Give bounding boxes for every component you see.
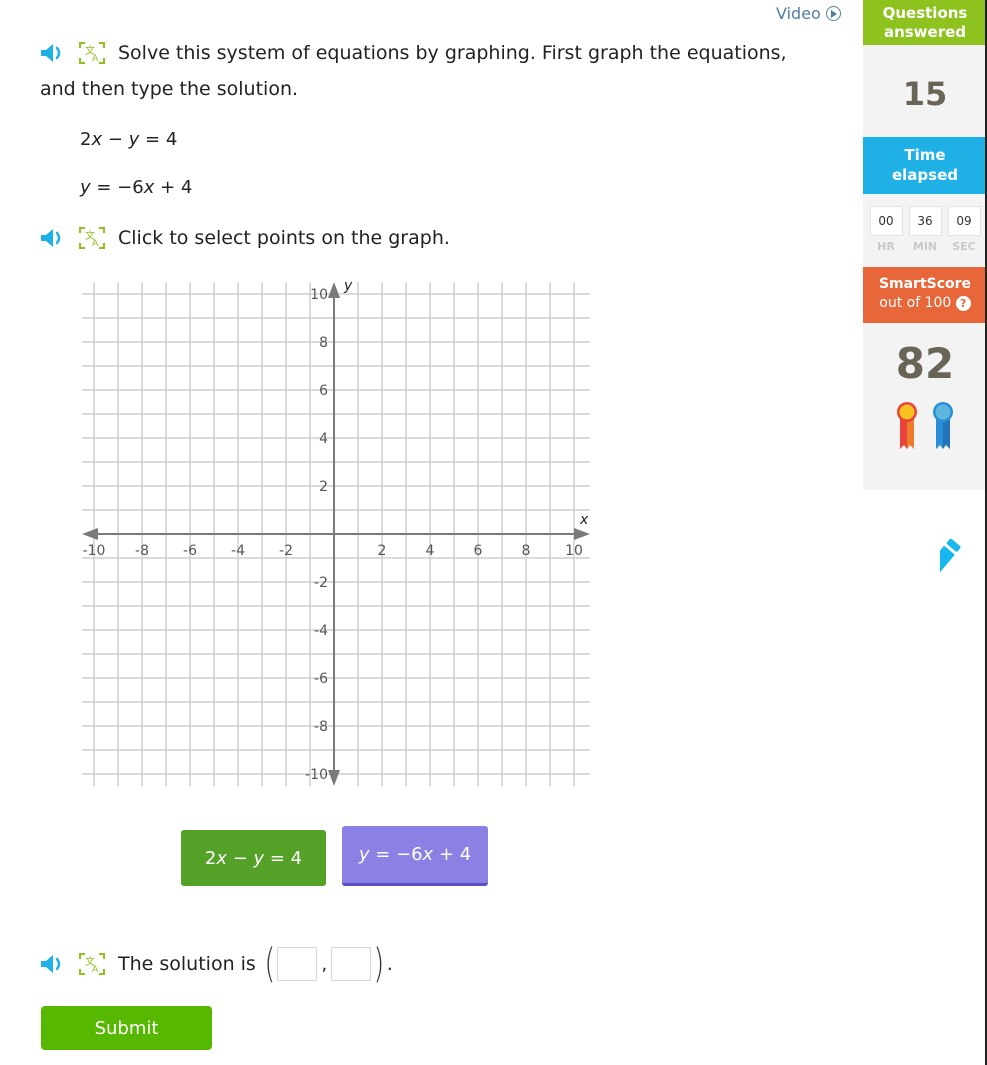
y-tick-label: -4 <box>314 623 328 639</box>
help-icon[interactable]: ? <box>955 295 971 311</box>
comma: , <box>321 953 328 975</box>
open-paren: ( <box>264 941 276 987</box>
solution-line: 文 A The solution is ( , ) . <box>40 944 393 984</box>
x-tick-label: 2 <box>378 543 387 559</box>
awards <box>863 401 987 451</box>
y-axis-arrow-up <box>328 282 340 298</box>
timer-seconds: 09 <box>947 206 981 236</box>
questions-count: 15 <box>902 75 948 113</box>
y-axis-label: y <box>343 278 353 294</box>
equation-button-2[interactable]: y = −6 x + 4 <box>342 826 488 886</box>
x-tick-label: -4 <box>231 543 245 559</box>
y-tick-label: 8 <box>319 335 328 351</box>
video-label: Video <box>776 4 821 23</box>
coordinate-graph[interactable]: x y -10 -8 -6 -4 -2 2 4 6 8 10 10 8 6 4 2 -2 -4 -6 -8 -10 <box>0 0 620 810</box>
x-tick-label: -8 <box>135 543 149 559</box>
submit-button[interactable]: Submit <box>41 1006 212 1050</box>
smartscore-header: SmartScore out of 100 ? <box>863 267 987 323</box>
y-tick-label: -6 <box>314 671 328 687</box>
x-tick-label: -6 <box>183 543 197 559</box>
y-tick-label: 2 <box>319 479 328 495</box>
x-tick-label: 6 <box>474 543 483 559</box>
y-axis-arrow-down <box>328 770 340 786</box>
video-link[interactable]: Video <box>776 4 841 23</box>
y-tick-label: -2 <box>314 575 328 591</box>
equation-button-1[interactable]: 2x − y = 4 <box>181 830 326 886</box>
y-tick-label: -8 <box>314 719 328 735</box>
timer: 00 36 09 <box>863 206 987 236</box>
timer-minutes: 36 <box>908 206 942 236</box>
close-paren: ) <box>373 941 385 987</box>
x-tick-label: 4 <box>426 543 435 559</box>
x-axis-arrow-left <box>82 528 98 540</box>
play-circle-icon <box>825 6 841 21</box>
x-axis-arrow-right <box>574 528 590 540</box>
y-tick-label: 4 <box>319 431 328 447</box>
smartscore-value: 82 <box>895 339 955 388</box>
tick-labels: x y -10 -8 -6 -4 -2 2 4 6 8 10 10 8 6 4 2 -2 -4 -6 -8 -10 <box>83 278 589 783</box>
solution-y-input[interactable] <box>331 947 372 981</box>
sidebar: Questions answered 15 Time elapsed 00 36… <box>863 0 987 490</box>
x-tick-label: -10 <box>83 543 106 559</box>
svg-text:A: A <box>92 965 99 975</box>
min-label: MIN <box>912 240 938 253</box>
y-tick-label: 10 <box>310 287 328 303</box>
timer-hours: 00 <box>869 206 903 236</box>
time-elapsed-header: Time elapsed <box>863 137 987 194</box>
blue-ribbon-icon <box>933 402 953 449</box>
y-tick-label: -10 <box>305 767 328 783</box>
solution-x-input[interactable] <box>277 947 318 981</box>
axes <box>82 282 590 786</box>
sec-label: SEC <box>952 240 976 253</box>
x-tick-label: -2 <box>279 543 293 559</box>
speaker-icon[interactable] <box>40 953 66 975</box>
period: . <box>386 953 393 975</box>
gold-ribbon-icon <box>897 402 917 449</box>
translate-icon[interactable]: 文 A <box>78 952 106 976</box>
pencil-icon[interactable] <box>940 538 987 594</box>
x-tick-label: 10 <box>565 543 583 559</box>
x-axis-label: x <box>579 512 589 528</box>
questions-answered-header: Questions answered <box>863 0 987 45</box>
hr-label: HR <box>877 240 895 253</box>
x-tick-label: 8 <box>522 543 531 559</box>
y-tick-label: 6 <box>319 383 328 399</box>
